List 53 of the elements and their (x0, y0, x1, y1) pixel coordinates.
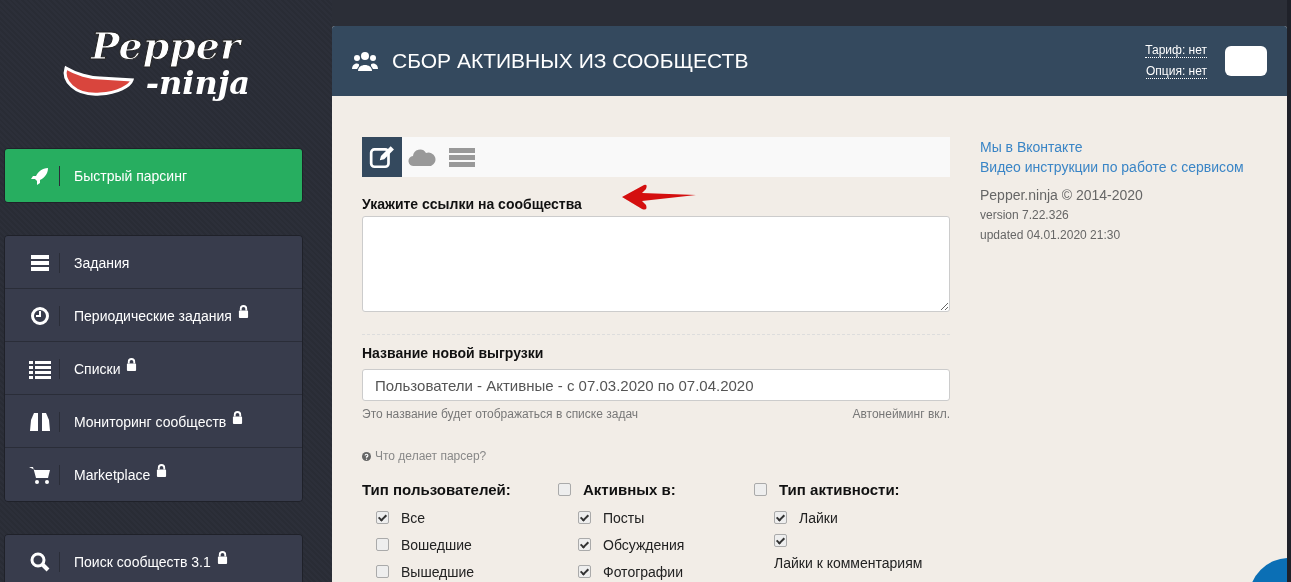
option-label: Все (401, 509, 426, 526)
updated-text: updated 04.01.2020 21:30 (980, 227, 1122, 244)
group-title: Активных в: (583, 480, 676, 498)
binoculars-icon (29, 411, 51, 432)
option-label: Лайки (799, 509, 838, 526)
checkbox[interactable] (376, 511, 389, 524)
version-text: version 7.22.326 (980, 207, 1070, 224)
option-label: Лайки к комментариям (774, 555, 923, 571)
help-icon (362, 451, 371, 461)
logo: Pepper -ninja (60, 26, 250, 106)
option-label: Вошедшие (401, 536, 472, 553)
checkbox[interactable] (774, 534, 787, 547)
sidebar-item[interactable]: Поиск сообществ 3.1 (5, 535, 302, 582)
clock-icon (30, 305, 50, 326)
checkbox[interactable] (578, 565, 591, 578)
page-title: СБОР АКТИВНЫХ ИЗ СООБЩЕСТВ (392, 49, 750, 73)
checkbox[interactable] (754, 482, 767, 496)
group-title: Тип активности: (779, 480, 900, 498)
users-icon (352, 51, 378, 71)
group-title: Тип пользователей: (362, 480, 511, 498)
sidebar-item[interactable]: Списки (5, 342, 302, 395)
option-label: Фотографии (603, 563, 683, 580)
rocket-icon (30, 165, 50, 186)
field-label: Название новой выгрузки (362, 345, 545, 361)
list-icon (29, 358, 51, 379)
cart-icon (29, 464, 51, 485)
sidebar-item[interactable]: Периодические задания (5, 289, 302, 342)
option-link[interactable]: Опция: нет (1146, 64, 1207, 79)
autonaming-status: Автонейминг вкл. (852, 407, 950, 421)
field-label: Укажите ссылки на сообщества (362, 196, 582, 212)
checkbox[interactable] (578, 511, 591, 524)
checkbox[interactable] (376, 538, 389, 551)
sidebar-item[interactable]: Мониторинг сообществ (5, 395, 302, 448)
option-label: Вышедшие (401, 563, 475, 580)
server-icon (449, 147, 475, 167)
checkbox[interactable] (774, 511, 787, 524)
server-icon (29, 252, 51, 273)
copyright: Pepper.ninja © 2014-2020 (980, 186, 1144, 205)
search-icon (30, 551, 50, 572)
checkbox[interactable] (376, 565, 389, 578)
sidebar-item[interactable]: Задания (5, 236, 302, 289)
field-hint: Это название будет отображаться в списке задач (362, 407, 639, 421)
checkbox[interactable] (558, 482, 571, 496)
source-tab[interactable] (362, 137, 402, 177)
sidebar-item[interactable]: Marketplace (5, 448, 302, 501)
option-label: Обсуждения (603, 536, 685, 553)
avatar[interactable] (1225, 46, 1267, 76)
checkbox[interactable] (578, 538, 591, 551)
option-label: Посты (603, 509, 645, 526)
export-name-field[interactable]: Пользователи - Активные - с 07.03.2020 по 07.04.2020 (362, 369, 950, 401)
tariff-link[interactable]: Тариф: нет (1145, 43, 1207, 58)
edit-icon (369, 144, 395, 170)
cloud-icon (408, 147, 436, 167)
